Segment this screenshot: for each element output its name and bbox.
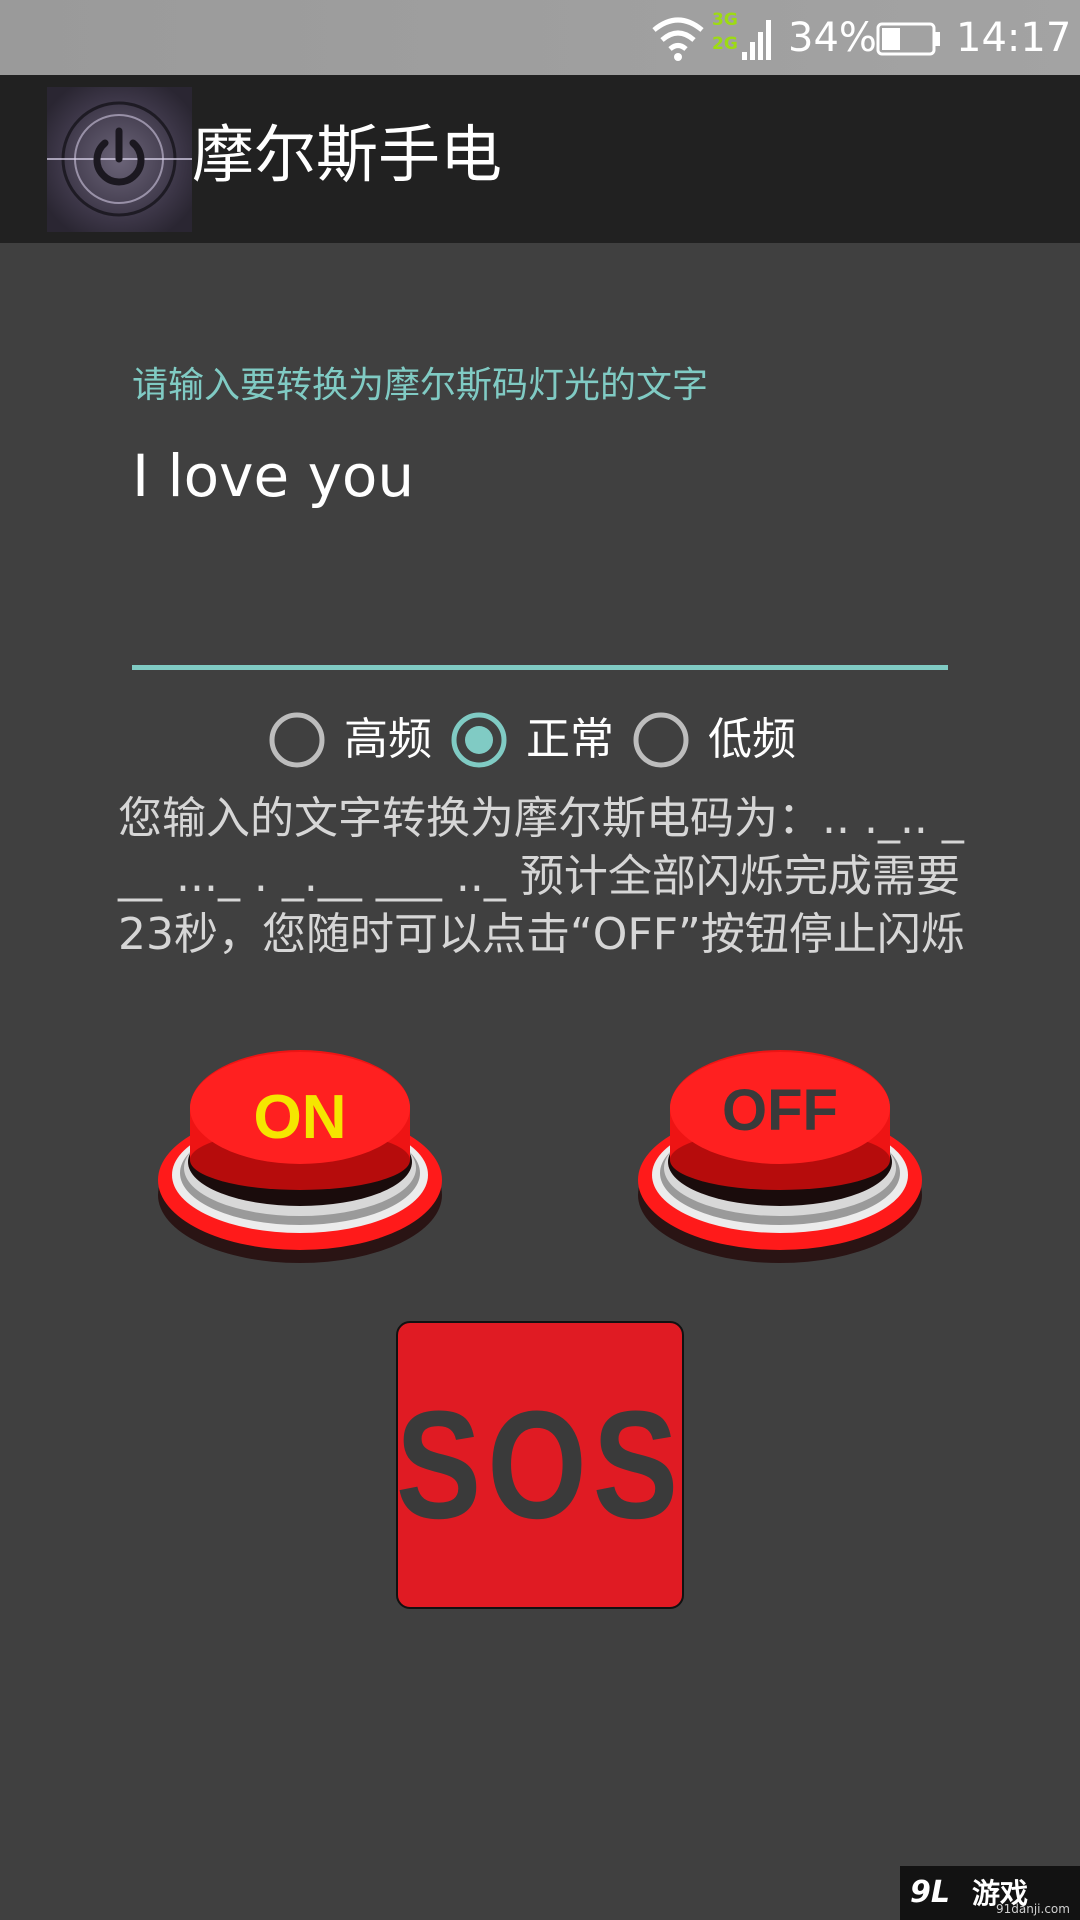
status-bar: 3G 2G 34% 14:17	[0, 0, 1080, 75]
watermark: 9L 游戏 91danji.com	[900, 1866, 1080, 1920]
radio-label: 高频	[344, 714, 432, 765]
app-bar: 摩尔斯手电	[0, 75, 1080, 243]
text-input[interactable]	[132, 436, 952, 636]
wifi-icon	[652, 17, 704, 61]
on-button-graphic: ON	[158, 1050, 442, 1263]
sos-label: SOS	[395, 1379, 685, 1551]
svg-text:9L: 9L	[910, 1875, 950, 1906]
app-title: 摩尔斯手电	[192, 118, 503, 191]
radio-label: 低频	[708, 714, 796, 765]
on-button[interactable]: ON	[150, 1040, 450, 1270]
radio-label: 正常	[526, 714, 614, 765]
frequency-radio-group: 高频 正常 低频	[268, 705, 814, 775]
off-label: OFF	[722, 1078, 838, 1143]
battery-percent: 34%	[788, 15, 877, 61]
off-button-graphic: OFF	[638, 1050, 922, 1263]
battery-icon	[876, 22, 940, 56]
input-hint-label: 请输入要转换为摩尔斯码灯光的文字	[132, 365, 709, 406]
radio-high-frequency[interactable]: 高频	[268, 710, 432, 770]
radio-checked-icon	[451, 712, 507, 768]
signal-icon: 3G 2G	[712, 10, 776, 62]
sos-button[interactable]: SOS	[396, 1321, 684, 1609]
morse-result-text: 您输入的文字转换为摩尔斯电码为：.. ._.. ___ ..._ . _.__ …	[118, 793, 965, 960]
watermark-logo-icon: 9L	[910, 1875, 950, 1906]
watermark-site: 91danji.com	[996, 1902, 1070, 1916]
radio-normal-frequency[interactable]: 正常	[450, 710, 614, 770]
radio-low-frequency[interactable]: 低频	[632, 710, 796, 770]
power-icon[interactable]	[47, 87, 192, 232]
network-3g-label: 3G	[712, 10, 738, 30]
clock: 14:17	[956, 15, 1072, 61]
network-2g-label: 2G	[712, 34, 738, 54]
input-underline	[132, 665, 948, 670]
radio-unchecked-icon	[633, 712, 689, 768]
radio-unchecked-icon	[269, 712, 325, 768]
off-button[interactable]: OFF	[630, 1040, 930, 1270]
on-label: ON	[254, 1083, 347, 1152]
